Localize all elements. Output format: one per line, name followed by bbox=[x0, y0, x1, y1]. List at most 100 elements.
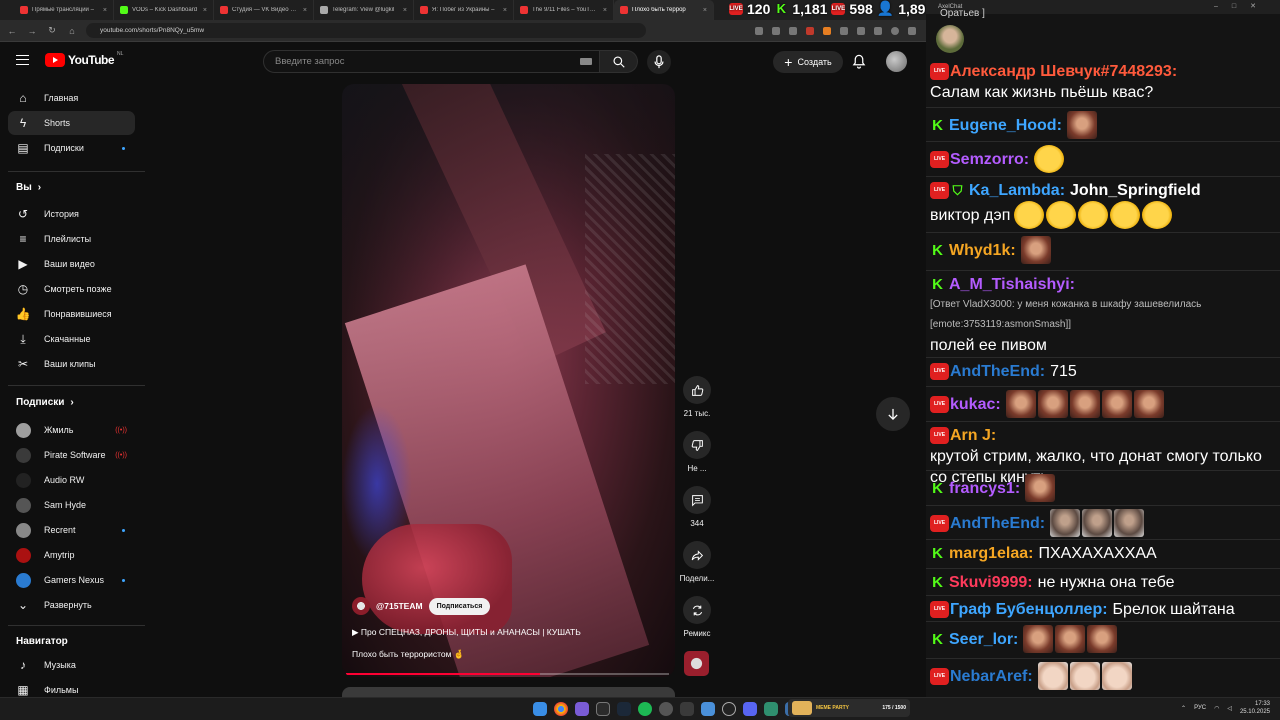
account-avatar[interactable] bbox=[886, 51, 907, 72]
extension-icon[interactable] bbox=[823, 26, 831, 35]
sidebar-item[interactable]: ♪ Музыка bbox=[8, 653, 135, 677]
tab-close-icon[interactable]: × bbox=[603, 7, 607, 14]
language-indicator[interactable]: РУС bbox=[1194, 705, 1206, 711]
extension-icon[interactable] bbox=[840, 26, 848, 35]
sidebar-item[interactable]: ▦ Фильмы bbox=[8, 678, 135, 697]
app-icon[interactable] bbox=[764, 702, 778, 716]
chat-username[interactable]: Whyd1k: bbox=[949, 240, 1016, 261]
sidebar-item[interactable]: ✂ Ваши клипы bbox=[8, 352, 135, 376]
sidebar-item[interactable]: ϟ Shorts bbox=[8, 111, 135, 135]
browser-tab[interactable]: Я: Побег из Украины – × bbox=[414, 0, 514, 20]
chat-username[interactable]: Seer_lor: bbox=[949, 629, 1018, 650]
chat-username[interactable]: francys1: bbox=[949, 478, 1020, 499]
reload-icon[interactable]: ↻ bbox=[46, 25, 58, 36]
dislike-button[interactable] bbox=[683, 431, 711, 459]
chat-username[interactable]: kukac: bbox=[950, 394, 1001, 415]
chat-username[interactable]: Александр Шевчук#7448293: bbox=[950, 61, 1177, 82]
menu-icon[interactable] bbox=[16, 55, 29, 65]
menu-dots-icon[interactable] bbox=[908, 26, 916, 35]
chat-username[interactable]: Граф Бубенцоллер: bbox=[950, 599, 1108, 620]
tab-close-icon[interactable]: × bbox=[503, 7, 507, 14]
tab-close-icon[interactable]: × bbox=[203, 7, 207, 14]
app-icon[interactable] bbox=[659, 702, 673, 716]
share-action[interactable]: Подели... bbox=[676, 541, 718, 583]
chat-username[interactable]: A_M_Tishaishyi: bbox=[949, 274, 1075, 295]
subscribe-button[interactable]: Подписаться bbox=[428, 597, 491, 615]
chat-username[interactable]: marg1elaa: bbox=[949, 543, 1034, 564]
next-short-button[interactable] bbox=[876, 397, 910, 431]
chat-username[interactable]: NebarAref: bbox=[950, 666, 1033, 687]
expand-subscriptions-button[interactable]: ⌄ Развернуть bbox=[8, 593, 135, 617]
keyboard-icon[interactable] bbox=[580, 58, 592, 65]
meme-party-widget[interactable]: MEME PARTY 175 / 1500 bbox=[788, 699, 910, 717]
share-button[interactable] bbox=[683, 541, 711, 569]
channel-avatar[interactable] bbox=[352, 597, 370, 615]
like-action[interactable]: 21 тыс. bbox=[676, 376, 718, 418]
sidebar-item[interactable]: Pirate Software ((•)) bbox=[8, 443, 135, 467]
app-icon[interactable] bbox=[596, 702, 610, 716]
app-icon[interactable] bbox=[680, 702, 694, 716]
sidebar-item[interactable]: ⌂ Главная bbox=[8, 86, 135, 110]
start-icon[interactable] bbox=[533, 702, 547, 716]
chrome-icon[interactable] bbox=[554, 702, 568, 716]
channel-name[interactable]: @715TEAM bbox=[376, 601, 423, 611]
short-playlist-link[interactable]: ▶ Про СПЕЦНАЗ, ДРОНЫ, ЩИТЫ и АНАНАСЫ | К… bbox=[352, 627, 581, 638]
chat-username[interactable]: AndTheEnd: bbox=[950, 361, 1045, 382]
comments-action[interactable]: 344 bbox=[676, 486, 718, 528]
sidebar-section-you[interactable]: Вы › bbox=[16, 182, 41, 193]
shorts-video-player[interactable]: @715TEAM Подписаться ▶ Про СПЕЦНАЗ, ДРОН… bbox=[342, 84, 675, 677]
tab-close-icon[interactable]: × bbox=[403, 7, 407, 14]
sidebar-item[interactable]: ↺ История bbox=[8, 202, 135, 226]
search-button[interactable] bbox=[600, 50, 638, 73]
comments-button[interactable] bbox=[683, 486, 711, 514]
tab-close-icon[interactable]: × bbox=[703, 7, 707, 14]
home-button-icon[interactable]: ⌂ bbox=[66, 26, 78, 36]
forward-icon[interactable]: → bbox=[26, 26, 38, 36]
app-icon[interactable] bbox=[743, 702, 757, 716]
network-icon[interactable]: ◠ bbox=[1214, 705, 1219, 712]
extension-icon[interactable] bbox=[755, 26, 763, 35]
dislike-action[interactable]: Не ... bbox=[676, 431, 718, 473]
browser-tab[interactable]: Telegram: View @lugkil × bbox=[314, 0, 414, 20]
extension-icon[interactable] bbox=[772, 26, 780, 35]
url-field[interactable]: youtube.com/shorts/Pn8NQy_u5mw bbox=[86, 23, 646, 38]
audio-source-thumbnail[interactable] bbox=[684, 651, 709, 676]
browser-tab[interactable]: The 9/11 Files – YouTube × bbox=[514, 0, 614, 20]
sidebar-item[interactable]: Recrent bbox=[8, 518, 135, 542]
sidebar-item[interactable]: ◷ Смотреть позже bbox=[8, 277, 135, 301]
sidebar-section-subscriptions[interactable]: Подписки › bbox=[16, 397, 74, 408]
video-progress-bar[interactable] bbox=[346, 673, 669, 675]
tab-close-icon[interactable]: × bbox=[303, 7, 307, 14]
tab-close-icon[interactable]: × bbox=[103, 7, 107, 14]
browser-tab[interactable]: Прямые трансляции – × bbox=[14, 0, 114, 20]
profile-icon[interactable] bbox=[891, 26, 899, 35]
sidebar-item[interactable]: Gamers Nexus bbox=[8, 568, 135, 592]
sidebar-item[interactable]: ⤓ Скачанные bbox=[8, 327, 135, 351]
spotify-icon[interactable] bbox=[638, 702, 652, 716]
back-icon[interactable]: ← bbox=[6, 26, 18, 36]
steam-icon[interactable] bbox=[617, 702, 631, 716]
bookmark-icon[interactable] bbox=[789, 26, 797, 35]
tray-chevron-icon[interactable]: ⌃ bbox=[1181, 705, 1186, 712]
like-button[interactable] bbox=[683, 376, 711, 404]
remix-action[interactable]: Ремикс bbox=[676, 596, 718, 638]
puzzle-icon[interactable] bbox=[857, 26, 865, 35]
clock[interactable]: 17:33 25.10.2025 bbox=[1240, 700, 1270, 716]
sidebar-item[interactable]: ≡ Плейлисты bbox=[8, 227, 135, 251]
chat-username[interactable]: Ka_Lambda: bbox=[969, 180, 1065, 201]
browser-tab[interactable]: Плохо быть террор × bbox=[614, 0, 714, 20]
search-input[interactable]: Введите запрос bbox=[263, 50, 600, 73]
obs-icon[interactable] bbox=[722, 702, 736, 716]
window-controls[interactable]: –□✕ bbox=[1214, 2, 1270, 10]
volume-icon[interactable]: ◁ bbox=[1227, 705, 1232, 712]
download-icon[interactable] bbox=[874, 26, 882, 35]
browser-tab[interactable]: VODs – Kick Dashboard × bbox=[114, 0, 214, 20]
chat-username[interactable]: Eugene_Hood: bbox=[949, 115, 1062, 136]
extension-icon[interactable] bbox=[806, 26, 814, 35]
notifications-bell-icon[interactable] bbox=[852, 54, 866, 69]
sidebar-item[interactable]: Sam Hyde bbox=[8, 493, 135, 517]
short-title[interactable]: Плохо быть террористом 🤞 bbox=[352, 649, 464, 660]
sidebar-item[interactable]: ▶ Ваши видео bbox=[8, 252, 135, 276]
sidebar-item[interactable]: Жмиль ((•)) bbox=[8, 418, 135, 442]
voice-search-button[interactable] bbox=[647, 50, 671, 74]
